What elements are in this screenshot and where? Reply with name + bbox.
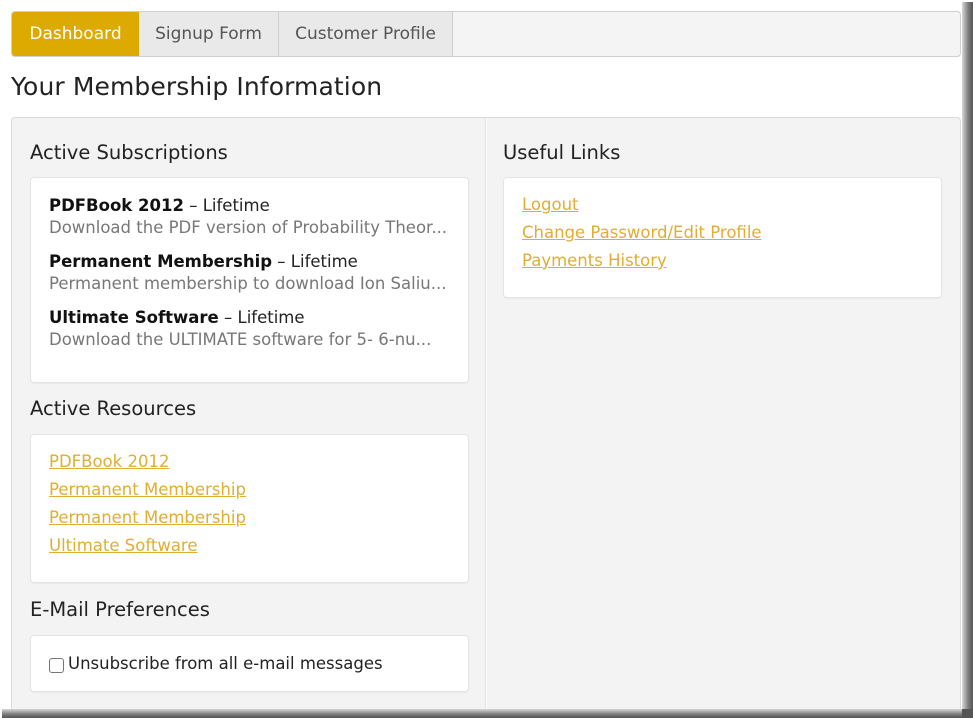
subscription-separator: –: [183, 196, 203, 215]
subscription-heading: Ultimate Software – Lifetime: [49, 308, 449, 327]
unsubscribe-checkbox[interactable]: [49, 658, 64, 673]
window-shadow-corner: [962, 709, 973, 718]
subscription-separator: –: [272, 252, 291, 271]
email-preferences-heading: E-Mail Preferences: [30, 598, 210, 621]
active-resources-heading: Active Resources: [30, 397, 197, 420]
subscription-name: Permanent Membership: [49, 252, 273, 271]
subscriptions-card: PDFBook 2012 – Lifetime Download the PDF…: [30, 177, 469, 383]
subscription-heading: PDFBook 2012 – Lifetime: [49, 196, 449, 215]
subscription-name: PDFBook 2012: [49, 196, 184, 215]
unsubscribe-label: Unsubscribe from all e-mail messages: [68, 654, 383, 673]
useful-links-heading: Useful Links: [503, 141, 621, 164]
tab-signup-form[interactable]: Signup Form: [139, 12, 279, 56]
subscription-description: Download the PDF version of Probability …: [49, 218, 448, 237]
subscription-name: Ultimate Software: [49, 308, 219, 327]
payments-history-link[interactable]: Payments History: [522, 251, 667, 270]
resources-card: PDFBook 2012 Permanent Membership Perman…: [30, 434, 469, 583]
resource-link-ultimate-software[interactable]: Ultimate Software: [49, 536, 198, 555]
tab-customer-profile[interactable]: Customer Profile: [279, 12, 453, 56]
subscription-separator: –: [218, 308, 238, 327]
subscription-term: Lifetime: [290, 252, 358, 271]
subscription-description: Download the ULTIMATE software for 5- 6-…: [49, 330, 432, 349]
membership-panel: Active Subscriptions PDFBook 2012 – Life…: [11, 117, 961, 718]
page-frame: Dashboard Signup Form Customer Profile Y…: [0, 0, 973, 718]
useful-links-card: Logout Change Password/Edit Profile Paym…: [503, 177, 942, 298]
subscription-item: Permanent Membership – Lifetime Permanen…: [49, 252, 449, 293]
unsubscribe-option[interactable]: Unsubscribe from all e-mail messages: [49, 654, 383, 673]
subscription-term: Lifetime: [202, 196, 270, 215]
column-divider: [485, 118, 487, 718]
page-title: Your Membership Information: [11, 72, 383, 101]
email-preferences-card: Unsubscribe from all e-mail messages: [30, 635, 469, 692]
tab-dashboard[interactable]: Dashboard: [12, 12, 139, 56]
subscription-item: Ultimate Software – Lifetime Download th…: [49, 308, 449, 349]
logout-link[interactable]: Logout: [522, 195, 579, 214]
window-shadow-right: [962, 2, 973, 718]
subscription-heading: Permanent Membership – Lifetime: [49, 252, 449, 271]
subscription-term: Lifetime: [237, 308, 305, 327]
subscription-item: PDFBook 2012 – Lifetime Download the PDF…: [49, 196, 449, 237]
resource-link-pdfbook-2012[interactable]: PDFBook 2012: [49, 452, 169, 471]
change-password-link[interactable]: Change Password/Edit Profile: [522, 223, 762, 242]
subscription-description: Permanent membership to download Ion Sal…: [49, 274, 447, 293]
tab-bar: Dashboard Signup Form Customer Profile: [11, 11, 961, 57]
resource-link-permanent-membership[interactable]: Permanent Membership: [49, 508, 246, 527]
resource-link-permanent-membership[interactable]: Permanent Membership: [49, 480, 246, 499]
window-shadow-bottom: [2, 709, 964, 718]
active-subscriptions-heading: Active Subscriptions: [30, 141, 228, 164]
